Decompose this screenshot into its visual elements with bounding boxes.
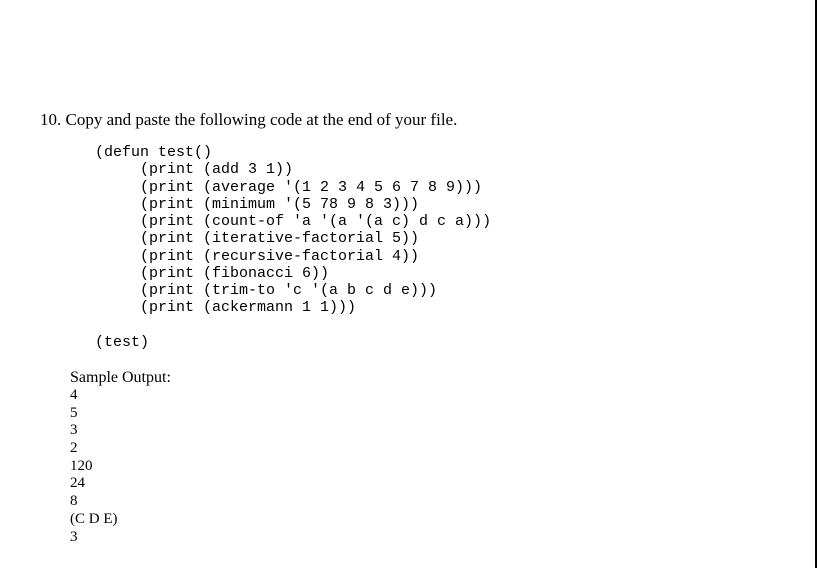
item-number: 10.	[40, 110, 61, 129]
instruction-line: 10. Copy and paste the following code at…	[40, 110, 775, 130]
instruction-text: Copy and paste the following code at the…	[66, 110, 458, 129]
sample-output-label: Sample Output:	[70, 369, 775, 387]
sample-output-block: 4 5 3 2 120 24 8 (C D E) 3	[70, 387, 775, 546]
document-page: 10. Copy and paste the following code at…	[0, 0, 817, 568]
code-block: (defun test() (print (add 3 1)) (print (…	[95, 144, 775, 351]
